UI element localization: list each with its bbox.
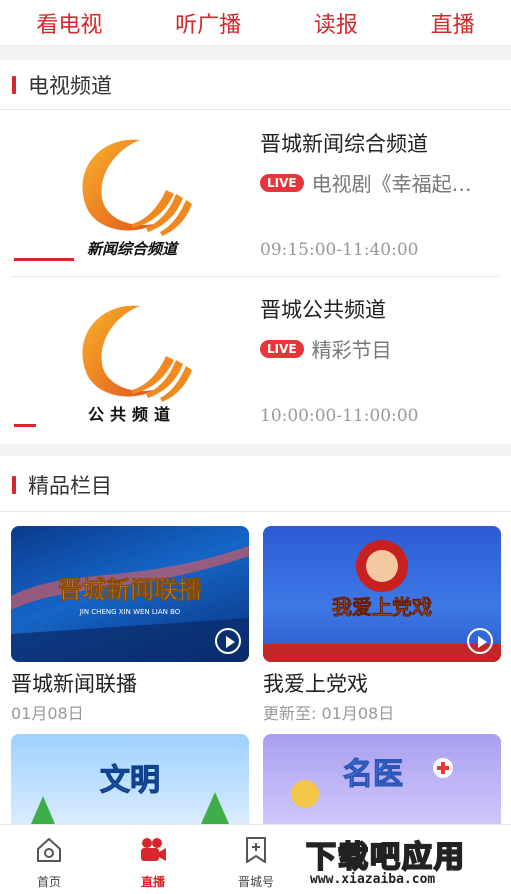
- column-card[interactable]: 我爱上党戏 我爱上党戏 更新至: 01月08日: [263, 526, 501, 724]
- column-card[interactable]: 文明: [11, 734, 249, 824]
- watermark-url: www.xiazaiba.com: [310, 872, 436, 887]
- channel-live-row: LIVE 电视剧《幸福起…: [260, 168, 472, 197]
- channel-item[interactable]: 新闻综合频道 晋城新闻综合频道 LIVE 电视剧《幸福起… 09:15:00-1…: [0, 112, 511, 274]
- bookmark-icon: [246, 837, 266, 863]
- channel-program: 电视剧《幸福起…: [311, 172, 472, 196]
- camera-icon: [141, 838, 166, 861]
- nav-label: 晋城号: [237, 875, 274, 889]
- thumbnail-title: 晋城新闻联播: [58, 576, 203, 604]
- thumbnail-title: 我爱上党戏: [332, 595, 432, 619]
- thumbnail-art: 名医: [291, 757, 453, 808]
- watermark-text: 下载吧应用: [305, 839, 466, 876]
- channel-logo-text: 公共频道: [88, 405, 176, 424]
- thumbnail-art: 我爱上党戏: [263, 540, 501, 662]
- channel-name: 晋城新闻综合频道: [260, 132, 428, 156]
- thumbnail-subtitle: JIN CHENG XIN WEN LIAN BO: [79, 608, 181, 616]
- column-card[interactable]: 名医: [263, 734, 501, 824]
- section-title: 电视频道: [28, 73, 112, 98]
- active-indicator: [14, 258, 74, 261]
- divider: [10, 276, 500, 277]
- section-accent-bar: [12, 475, 16, 494]
- live-badge: LIVE: [260, 173, 304, 192]
- play-icon[interactable]: [467, 628, 493, 654]
- column-title: 我爱上党戏: [263, 672, 368, 696]
- thumbnail-art: 文明: [31, 763, 229, 824]
- home-icon: [37, 838, 61, 862]
- channel-name: 晋城公共频道: [260, 298, 386, 322]
- column-title: 晋城新闻联播: [11, 672, 137, 696]
- nav-item-live[interactable]: 直播: [118, 835, 188, 890]
- tab-radio[interactable]: 听广播: [167, 7, 249, 39]
- active-indicator: [14, 424, 36, 427]
- nav-item-home[interactable]: 首页: [14, 835, 84, 890]
- column-card[interactable]: 晋城新闻联播 JIN CHENG XIN WEN LIAN BO 晋城新闻联播 …: [11, 526, 249, 724]
- nav-item-jincheng[interactable]: 晋城号: [221, 835, 291, 890]
- channel-logo-icon: 公共频道: [82, 305, 192, 424]
- section-header-tv-channels: 电视频道: [0, 60, 511, 110]
- live-badge: LIVE: [260, 339, 304, 358]
- section-title: 精品栏目: [28, 473, 112, 498]
- channel-logo-text: 新闻综合频道: [87, 240, 180, 258]
- channel-live-row: LIVE 精彩节目: [260, 334, 392, 363]
- section-gap: [0, 444, 511, 456]
- play-icon[interactable]: [215, 628, 241, 654]
- column-thumbnail: 文明: [11, 734, 249, 824]
- column-thumbnail: 名医: [263, 734, 501, 824]
- column-thumbnail: 晋城新闻联播 JIN CHENG XIN WEN LIAN BO: [11, 526, 249, 662]
- column-date: 01月08日: [11, 704, 84, 723]
- section-header-premium: 精品栏目: [0, 458, 511, 512]
- nav-label: 首页: [36, 875, 61, 889]
- thumbnail-title: 文明: [100, 763, 160, 798]
- channel-program: 精彩节目: [311, 338, 392, 362]
- top-nav: 看电视 听广播 读报 直播: [0, 0, 511, 46]
- tab-live[interactable]: 直播: [423, 7, 483, 39]
- tab-newspaper[interactable]: 读报: [306, 7, 366, 39]
- watermark: 下载吧应用 www.xiazaiba.com: [300, 826, 511, 894]
- thumbnail-title: 名医: [343, 757, 403, 792]
- column-thumbnail: 我爱上党戏: [263, 526, 501, 662]
- nav-label: 直播: [140, 875, 165, 889]
- tab-watch-tv[interactable]: 看电视: [28, 7, 110, 39]
- channel-logo-icon: 新闻综合频道: [82, 139, 192, 258]
- channel-time: 09:15:00-11:40:00: [260, 240, 419, 260]
- channel-time: 10:00:00-11:00:00: [260, 406, 419, 426]
- section-gap: [0, 46, 511, 60]
- thumbnail-art: 晋城新闻联播 JIN CHENG XIN WEN LIAN BO: [11, 546, 249, 662]
- section-accent-bar: [12, 75, 16, 94]
- channel-item[interactable]: 公共频道 晋城公共频道 LIVE 精彩节目 10:00:00-11:00:00: [0, 278, 511, 440]
- column-date: 更新至: 01月08日: [263, 704, 395, 723]
